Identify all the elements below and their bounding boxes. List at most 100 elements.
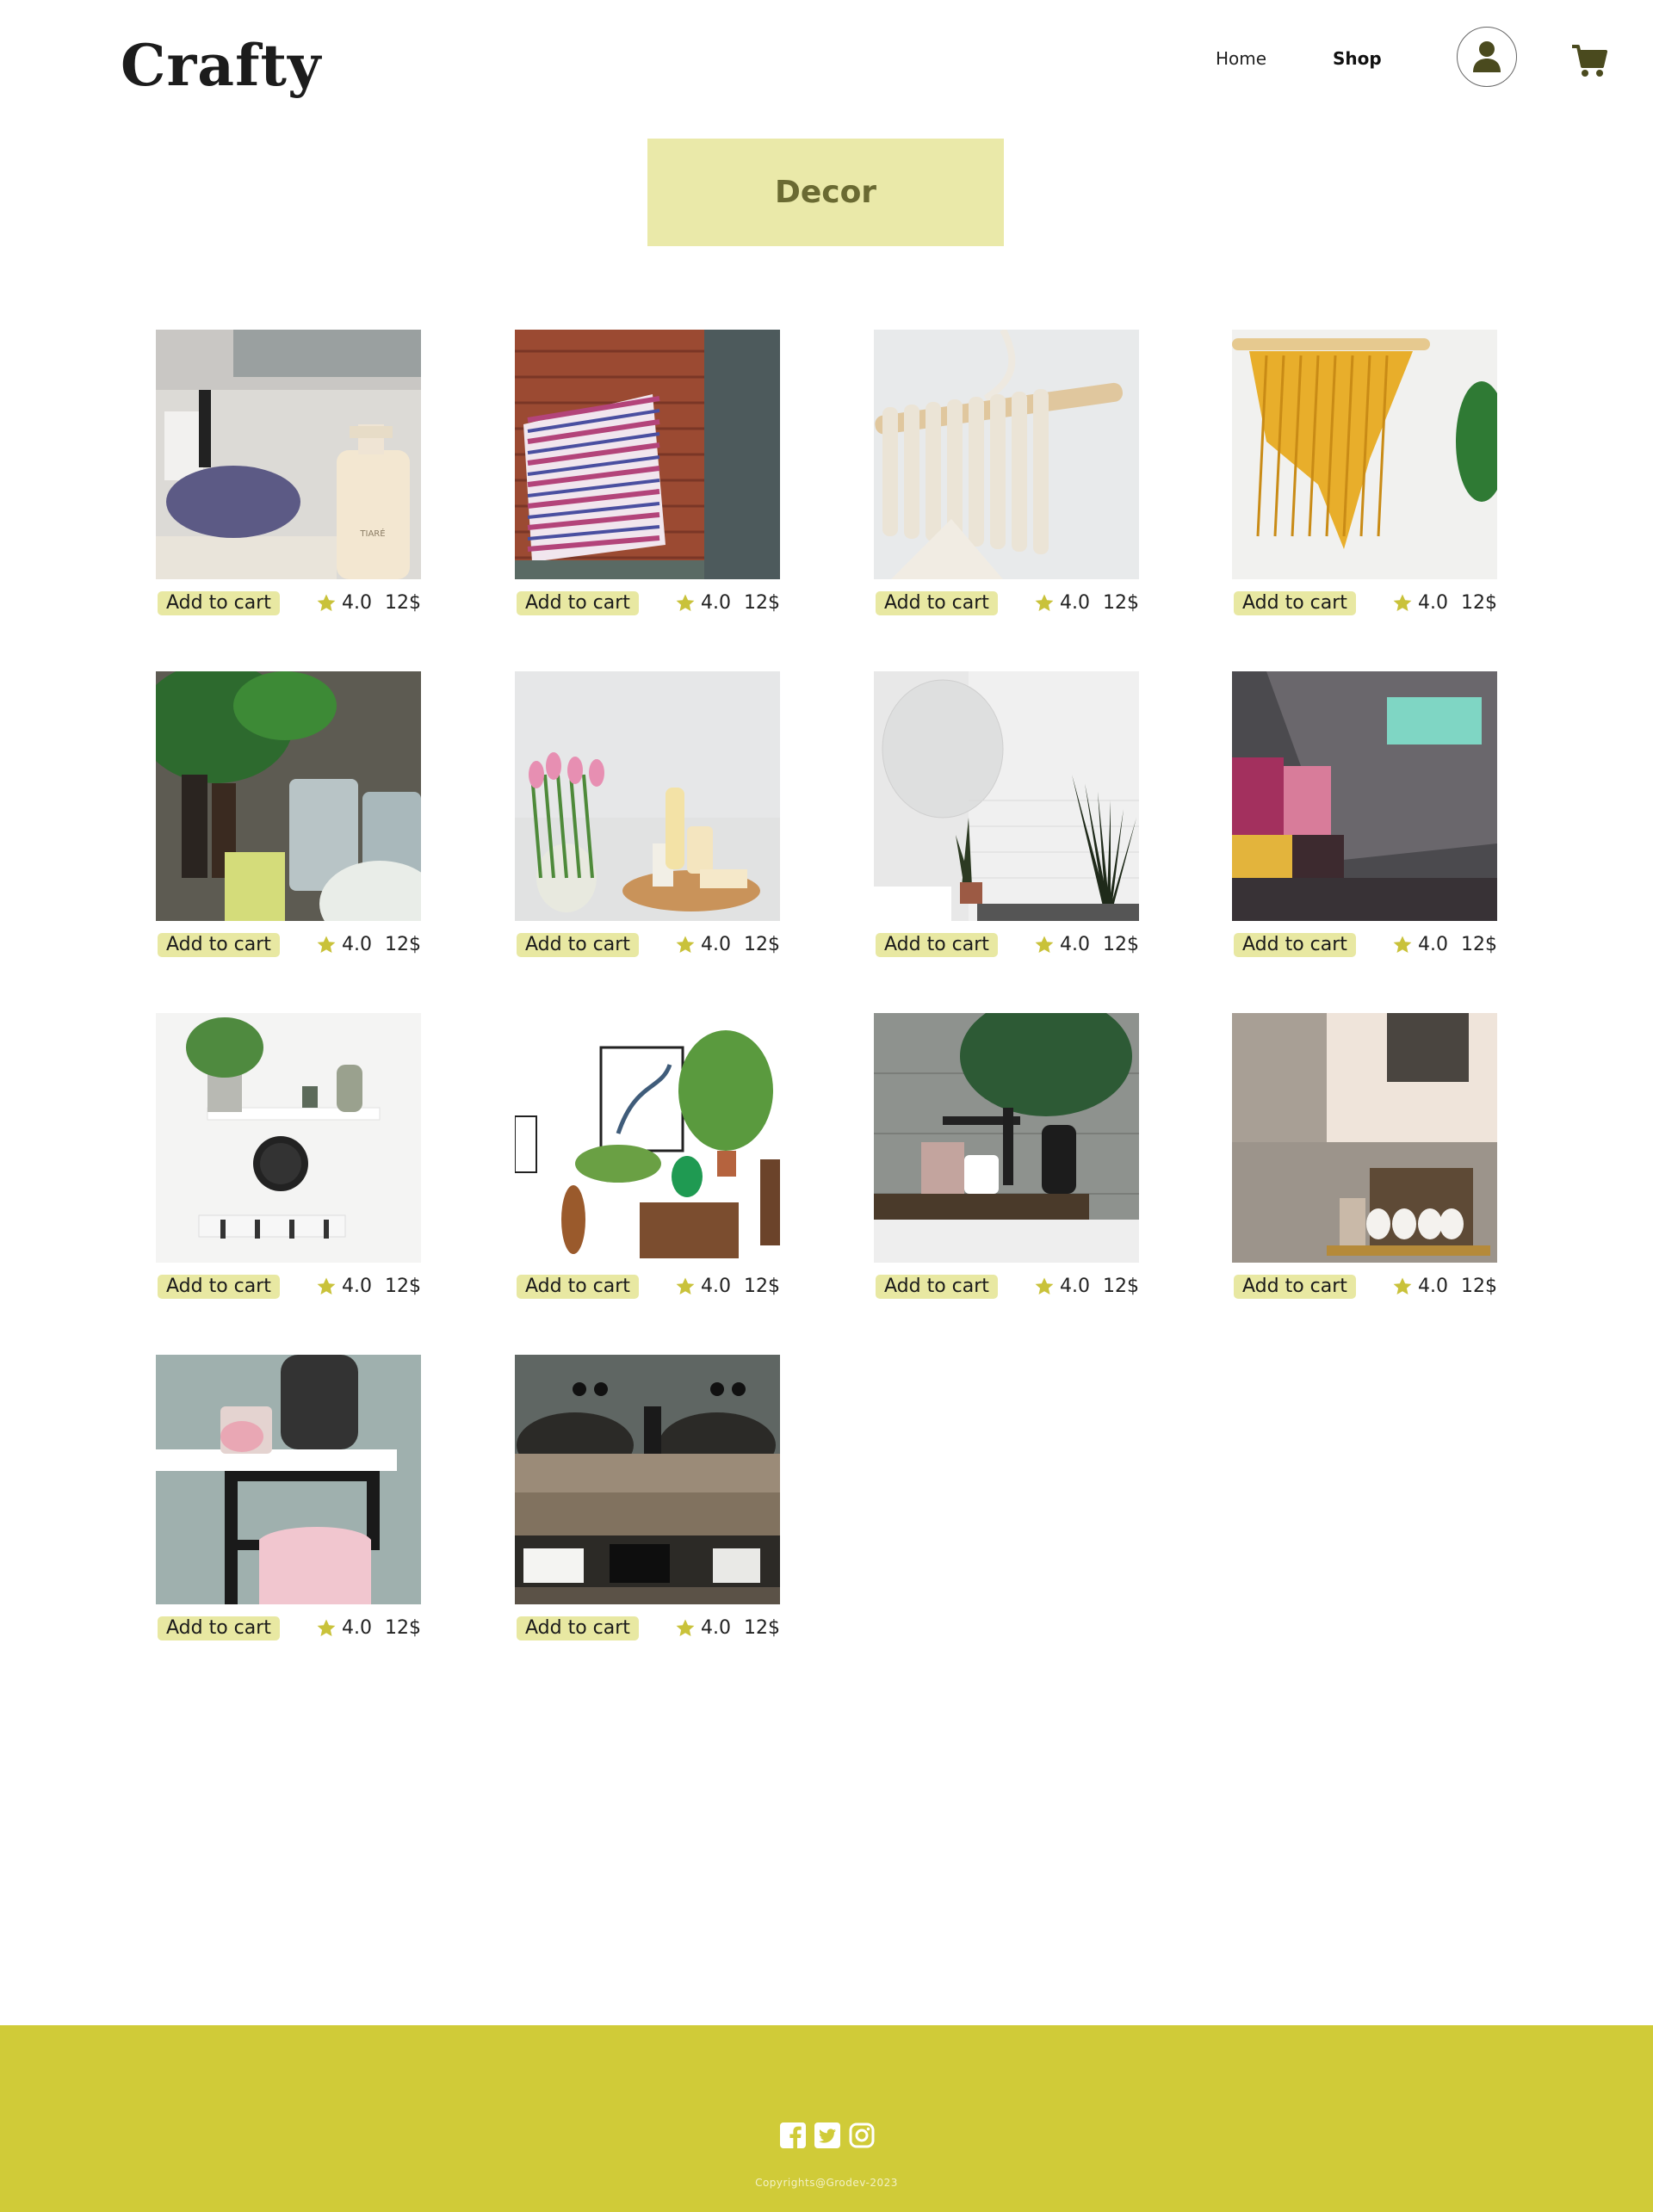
copyright-text: Copyrights@Grodev-2023 xyxy=(755,2177,898,2189)
star-icon xyxy=(676,594,695,611)
add-to-cart-button[interactable]: Add to cart xyxy=(876,591,998,615)
rating-value: 4.0 xyxy=(342,934,372,955)
rating-value: 4.0 xyxy=(342,1276,372,1297)
profile-button[interactable] xyxy=(1457,27,1517,87)
product-meta: Add to cart 4.0 12$ xyxy=(874,589,1139,618)
product-price: 12$ xyxy=(1103,934,1139,955)
product-price: 12$ xyxy=(744,1617,780,1639)
product-rating: 4.0 xyxy=(675,933,731,957)
product-meta: Add to cart 4.0 12$ xyxy=(1232,1272,1497,1301)
add-to-cart-button[interactable]: Add to cart xyxy=(517,591,639,615)
product-rating: 4.0 xyxy=(1034,933,1090,957)
star-icon xyxy=(1393,1277,1412,1294)
user-icon xyxy=(1473,41,1501,72)
star-icon xyxy=(1035,1277,1054,1294)
rating-value: 4.0 xyxy=(1060,592,1090,614)
product-rating: 4.0 xyxy=(675,1275,731,1299)
add-to-cart-button[interactable]: Add to cart xyxy=(158,1616,280,1640)
star-icon xyxy=(317,1619,336,1636)
product-rating: 4.0 xyxy=(1034,1275,1090,1299)
star-icon xyxy=(317,594,336,611)
product-price: 12$ xyxy=(385,592,421,614)
shopping-cart-icon xyxy=(1572,45,1607,77)
product-rating: 4.0 xyxy=(1034,591,1090,615)
cart-button[interactable] xyxy=(1570,43,1608,77)
product-meta: Add to cart 4.0 12$ xyxy=(515,1272,780,1301)
social-links xyxy=(779,2122,876,2149)
product-image[interactable] xyxy=(874,330,1139,579)
star-icon xyxy=(676,936,695,953)
product-price: 12$ xyxy=(744,1276,780,1297)
product-image[interactable] xyxy=(1232,330,1497,579)
star-icon xyxy=(1035,936,1054,953)
product-image[interactable] xyxy=(1232,671,1497,921)
product-meta: Add to cart 4.0 12$ xyxy=(1232,930,1497,960)
add-to-cart-button[interactable]: Add to cart xyxy=(158,933,280,957)
product-image[interactable] xyxy=(1232,1013,1497,1263)
product-rating: 4.0 xyxy=(675,591,731,615)
product-image[interactable] xyxy=(515,671,780,921)
rating-value: 4.0 xyxy=(1418,592,1448,614)
nav-shop-link[interactable]: Shop xyxy=(1333,46,1382,71)
product-card: Add to cart 4.0 12$ xyxy=(1232,330,1497,618)
instagram-icon[interactable] xyxy=(848,2122,876,2149)
add-to-cart-button[interactable]: Add to cart xyxy=(876,933,998,957)
product-image[interactable]: TIARÉ xyxy=(156,330,421,579)
product-price: 12$ xyxy=(744,934,780,955)
product-meta: Add to cart 4.0 12$ xyxy=(156,1272,421,1301)
category-title: Decor xyxy=(774,175,877,210)
product-price: 12$ xyxy=(1461,934,1497,955)
add-to-cart-button[interactable]: Add to cart xyxy=(1234,591,1356,615)
add-to-cart-button[interactable]: Add to cart xyxy=(158,591,280,615)
facebook-icon[interactable] xyxy=(779,2122,807,2149)
add-to-cart-button[interactable]: Add to cart xyxy=(517,1275,639,1299)
product-rating: 4.0 xyxy=(1392,591,1448,615)
nav-home-link[interactable]: Home xyxy=(1216,46,1266,71)
product-price: 12$ xyxy=(1461,592,1497,614)
product-price: 12$ xyxy=(385,934,421,955)
product-meta: Add to cart 4.0 12$ xyxy=(874,1272,1139,1301)
product-meta: Add to cart 4.0 12$ xyxy=(515,930,780,960)
product-rating: 4.0 xyxy=(1392,933,1448,957)
product-image[interactable] xyxy=(156,1355,421,1604)
product-price: 12$ xyxy=(1461,1276,1497,1297)
add-to-cart-button[interactable]: Add to cart xyxy=(1234,933,1356,957)
product-meta: Add to cart 4.0 12$ xyxy=(156,930,421,960)
product-price: 12$ xyxy=(385,1276,421,1297)
rating-value: 4.0 xyxy=(342,592,372,614)
add-to-cart-button[interactable]: Add to cart xyxy=(876,1275,998,1299)
star-icon xyxy=(317,1277,336,1294)
add-to-cart-button[interactable]: Add to cart xyxy=(1234,1275,1356,1299)
site-logo[interactable]: Crafty xyxy=(121,31,321,100)
product-image[interactable] xyxy=(515,330,780,579)
product-image[interactable] xyxy=(515,1355,780,1604)
product-rating: 4.0 xyxy=(1392,1275,1448,1299)
product-card: Add to cart 4.0 12$ xyxy=(515,330,780,618)
product-card: Add to cart 4.0 12$ xyxy=(156,671,421,960)
product-rating: 4.0 xyxy=(316,1275,372,1299)
rating-value: 4.0 xyxy=(701,934,731,955)
product-card: Add to cart 4.0 12$ xyxy=(515,1013,780,1301)
product-image[interactable] xyxy=(874,1013,1139,1263)
product-image[interactable] xyxy=(156,671,421,921)
add-to-cart-button[interactable]: Add to cart xyxy=(517,1616,639,1640)
product-card: Add to cart 4.0 12$ xyxy=(874,671,1139,960)
product-image[interactable] xyxy=(156,1013,421,1263)
product-price: 12$ xyxy=(1103,1276,1139,1297)
product-card: Add to cart 4.0 12$ xyxy=(874,1013,1139,1301)
product-card: Add to cart 4.0 12$ xyxy=(874,330,1139,618)
product-card: Add to cart 4.0 12$ xyxy=(156,1013,421,1301)
product-image[interactable] xyxy=(515,1013,780,1263)
twitter-icon[interactable] xyxy=(814,2122,841,2149)
product-card: Add to cart 4.0 12$ xyxy=(515,1355,780,1643)
product-card: Add to cart 4.0 12$ xyxy=(515,671,780,960)
add-to-cart-button[interactable]: Add to cart xyxy=(158,1275,280,1299)
rating-value: 4.0 xyxy=(1060,934,1090,955)
product-price: 12$ xyxy=(385,1617,421,1639)
product-image[interactable] xyxy=(874,671,1139,921)
product-rating: 4.0 xyxy=(675,1616,731,1640)
star-icon xyxy=(1393,936,1412,953)
product-meta: Add to cart 4.0 12$ xyxy=(515,589,780,618)
add-to-cart-button[interactable]: Add to cart xyxy=(517,933,639,957)
product-rating: 4.0 xyxy=(316,1616,372,1640)
